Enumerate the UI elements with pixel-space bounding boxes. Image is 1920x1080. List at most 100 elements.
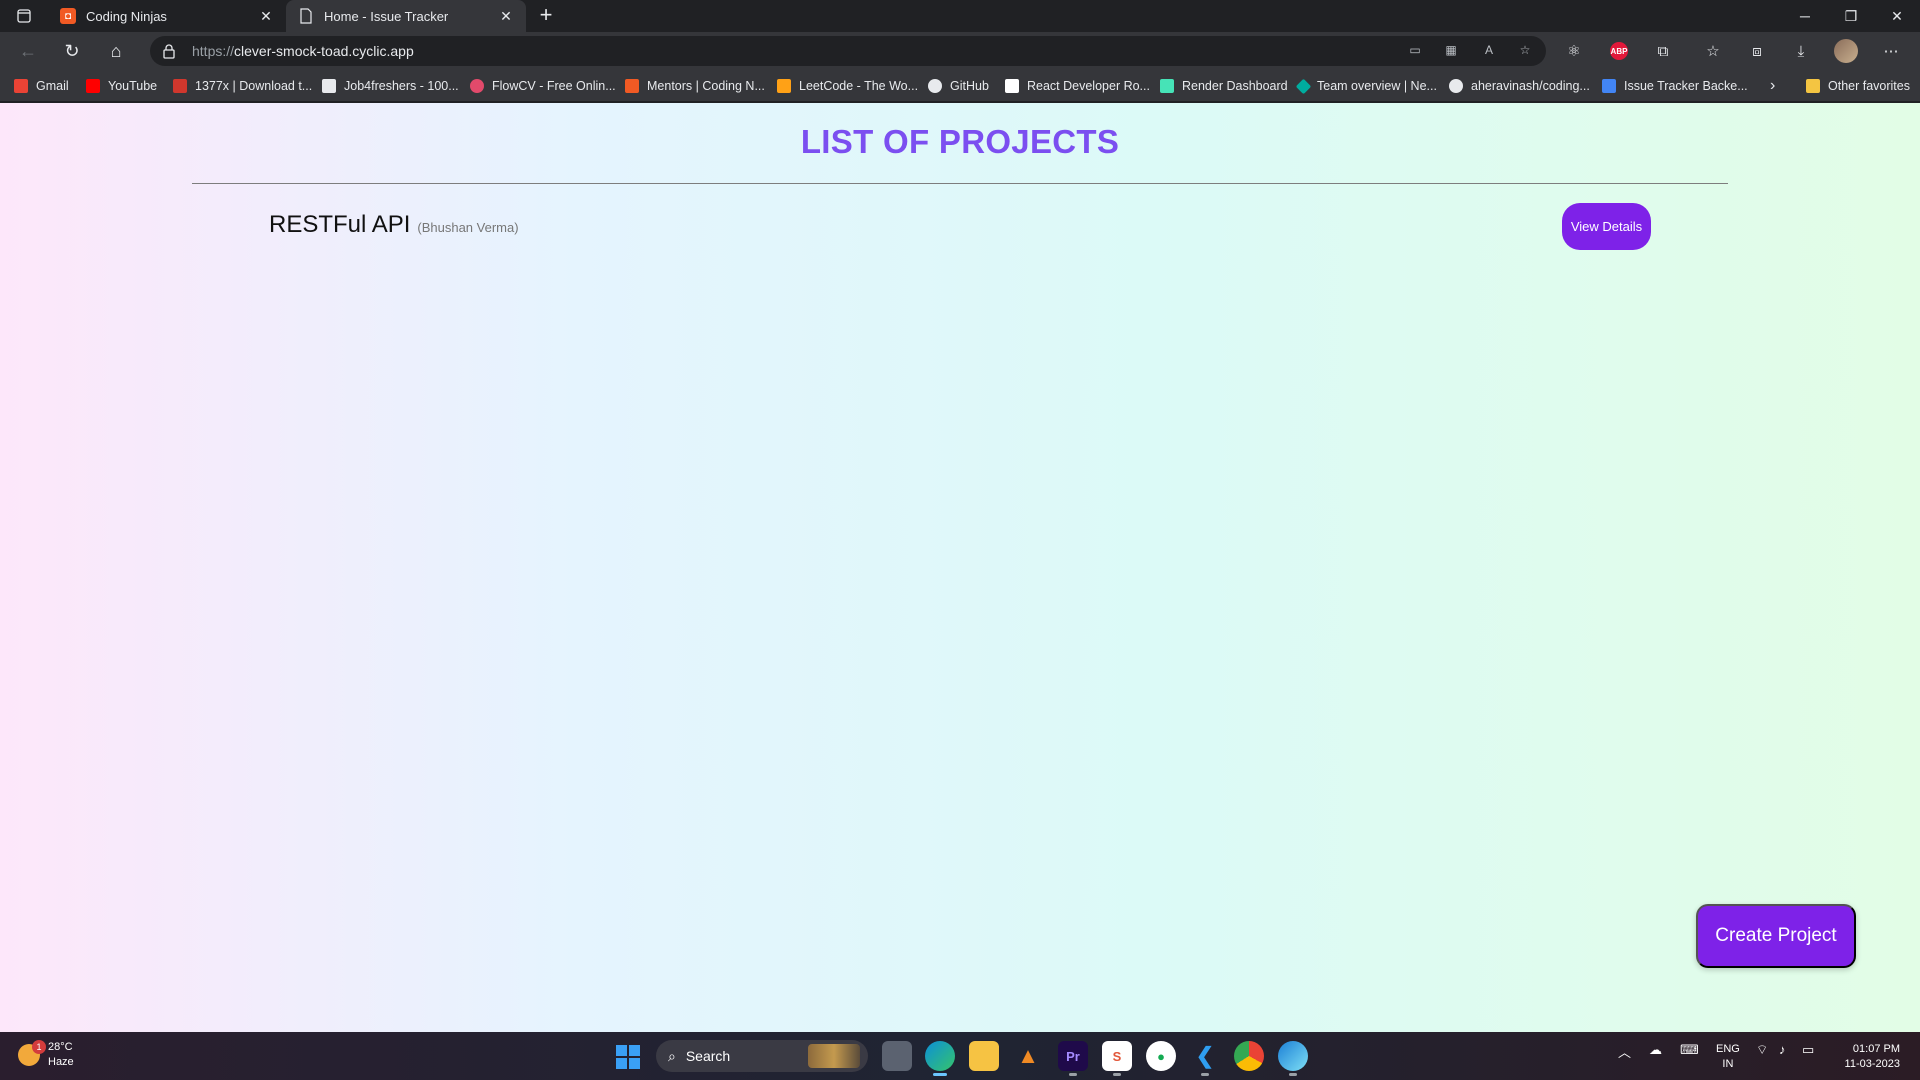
mongodb-compass-icon[interactable]: ●: [1146, 1041, 1176, 1071]
task-view-icon[interactable]: [882, 1041, 912, 1071]
more-menu-icon[interactable]: ⋯: [1880, 40, 1902, 62]
netlify-icon: [1295, 78, 1312, 94]
bookmark-netlify[interactable]: Team overview | Ne...: [1295, 70, 1437, 102]
edge-icon[interactable]: [925, 1041, 955, 1076]
clock-date: 11-03-2023: [1844, 1058, 1900, 1070]
project-name: RESTFul API: [269, 211, 411, 238]
collections-icon[interactable]: ⧈: [1746, 40, 1768, 62]
language-code: ENG: [1716, 1043, 1740, 1055]
wifi-icon[interactable]: ⌔: [1756, 1042, 1768, 1058]
onedrive-icon[interactable]: ☁: [1649, 1042, 1662, 1058]
tab-coding-ninjas[interactable]: ◘ Coding Ninjas ✕: [48, 0, 286, 32]
clock-time: 01:07 PM: [1852, 1043, 1900, 1055]
downloads-icon[interactable]: ⤓: [1790, 40, 1812, 62]
close-tab-icon[interactable]: ✕: [258, 8, 274, 25]
system-clock[interactable]: 01:07 PM 11-03-2023: [1836, 1042, 1900, 1072]
chrome-icon[interactable]: [1234, 1041, 1264, 1071]
google-docs-icon: [1602, 79, 1616, 93]
windows-taskbar: 1 28°C Haze ⌕ Search ▲ Pr S ● ❮ ︿ ☁ ⌨ EN…: [0, 1032, 1920, 1080]
bookmark-github[interactable]: GitHub: [928, 70, 989, 102]
youtube-icon: [86, 79, 100, 93]
bookmark-mentors[interactable]: Mentors | Coding N...: [625, 70, 765, 102]
bookmark-leetcode[interactable]: LeetCode - The Wo...: [777, 70, 918, 102]
coding-ninjas-favicon-icon: ◘: [60, 8, 76, 24]
bookmark-other-favorites[interactable]: Other favorites: [1806, 70, 1910, 102]
bookmark-render[interactable]: Render Dashboard: [1160, 70, 1288, 102]
tab-actions-icon[interactable]: [12, 6, 36, 26]
bookmark-react-roadmap[interactable]: React Developer Ro...: [1005, 70, 1150, 102]
start-button[interactable]: [616, 1045, 640, 1069]
bookmark-aheravinash[interactable]: aheravinash/coding...: [1449, 70, 1590, 102]
notification-badge: 1: [32, 1040, 46, 1054]
bookmark-flowcv[interactable]: FlowCV - Free Onlin...: [470, 70, 616, 102]
gmail-icon: [14, 79, 28, 93]
url-text: https://clever-smock-toad.cyclic.app: [192, 43, 414, 59]
region-code: IN: [1722, 1058, 1734, 1070]
sublime-icon[interactable]: S: [1102, 1041, 1132, 1076]
bookmark-job4freshers[interactable]: Job4freshers - 100...: [322, 70, 459, 102]
tab-issue-tracker[interactable]: Home - Issue Tracker ✕: [286, 0, 526, 32]
app-available-icon[interactable]: ▭: [1406, 43, 1424, 59]
bookmark-gmail[interactable]: Gmail: [14, 70, 69, 102]
lock-icon[interactable]: [162, 43, 178, 59]
search-icon: ⌕: [668, 1047, 676, 1064]
coding-ninjas-icon: [625, 79, 639, 93]
new-tab-icon[interactable]: +: [534, 4, 558, 28]
file-explorer-icon[interactable]: [969, 1041, 999, 1071]
back-icon[interactable]: ←: [14, 38, 42, 64]
bookmark-1377x[interactable]: 1377x | Download t...: [173, 70, 312, 102]
browser-titlebar: ◘ Coding Ninjas ✕ Home - Issue Tracker ✕…: [0, 0, 1920, 32]
react-devtools-icon[interactable]: ⚛: [1563, 40, 1585, 62]
title-divider: [192, 183, 1728, 184]
job4freshers-icon: [322, 79, 336, 93]
taskbar-search[interactable]: ⌕ Search: [656, 1040, 868, 1072]
weather-icon: 1: [18, 1040, 46, 1066]
project-item: RESTFul API (Bhushan Verma): [269, 211, 519, 239]
close-tab-icon[interactable]: ✕: [498, 8, 514, 25]
github-icon: [928, 79, 942, 93]
favorites-icon[interactable]: ☆: [1702, 40, 1724, 62]
premiere-pro-icon[interactable]: Pr: [1058, 1041, 1088, 1076]
tab-title: Home - Issue Tracker: [324, 8, 449, 24]
page-favicon-icon: [298, 8, 314, 24]
read-aloud-icon[interactable]: A: [1480, 43, 1498, 59]
reload-icon[interactable]: ↻: [58, 38, 86, 64]
bookmark-issue-tracker-backend[interactable]: Issue Tracker Backe...: [1602, 70, 1748, 102]
close-window-icon[interactable]: ✕: [1874, 0, 1920, 32]
view-details-button[interactable]: View Details: [1562, 203, 1651, 250]
weather-widget[interactable]: 1 28°C Haze: [18, 1040, 74, 1070]
folder-icon: [1806, 79, 1820, 93]
weather-condition: Haze: [48, 1056, 74, 1068]
page-title: LIST OF PROJECTS: [800, 123, 1120, 160]
adblock-plus-icon[interactable]: ABP: [1610, 42, 1628, 60]
vlc-icon[interactable]: ▲: [1013, 1041, 1043, 1071]
create-project-button[interactable]: Create Project: [1696, 904, 1856, 968]
qr-code-icon[interactable]: ▦: [1442, 43, 1460, 59]
battery-icon[interactable]: ▭: [1802, 1042, 1814, 1058]
profile-avatar[interactable]: [1834, 39, 1858, 63]
keyboard-icon[interactable]: ⌨: [1680, 1042, 1699, 1058]
bookmarks-overflow-icon[interactable]: ›: [1770, 77, 1775, 95]
home-icon[interactable]: ⌂: [102, 38, 130, 64]
vscode-icon[interactable]: ❮: [1190, 1041, 1220, 1076]
weather-temp: 28°C: [48, 1041, 73, 1053]
leetcode-icon: [777, 79, 791, 93]
minimize-icon[interactable]: ─: [1782, 0, 1828, 32]
volume-icon[interactable]: ♪: [1779, 1042, 1786, 1057]
edge-beta-icon[interactable]: [1278, 1041, 1308, 1076]
add-favorite-icon[interactable]: ☆: [1516, 43, 1534, 59]
1377x-icon: [173, 79, 187, 93]
project-owner: (Bhushan Verma): [417, 220, 519, 235]
search-label: Search: [685, 1048, 731, 1064]
address-bar[interactable]: https://clever-smock-toad.cyclic.app ▭ ▦…: [150, 36, 1546, 66]
browser-toolbar: ← ↻ ⌂ https://clever-smock-toad.cyclic.a…: [0, 32, 1920, 70]
github-icon: [1449, 79, 1463, 93]
restore-icon[interactable]: ❐: [1828, 0, 1874, 32]
extensions-icon[interactable]: ⧉: [1652, 40, 1674, 62]
language-indicator[interactable]: ENG IN: [1716, 1042, 1740, 1072]
page-content: LIST OF PROJECTS RESTFul API (Bhushan Ve…: [0, 103, 1920, 1032]
roadmap-icon: [1005, 79, 1019, 93]
render-icon: [1160, 79, 1174, 93]
bookmark-youtube[interactable]: YouTube: [86, 70, 157, 102]
show-hidden-icons-icon[interactable]: ︿: [1618, 1042, 1631, 1061]
